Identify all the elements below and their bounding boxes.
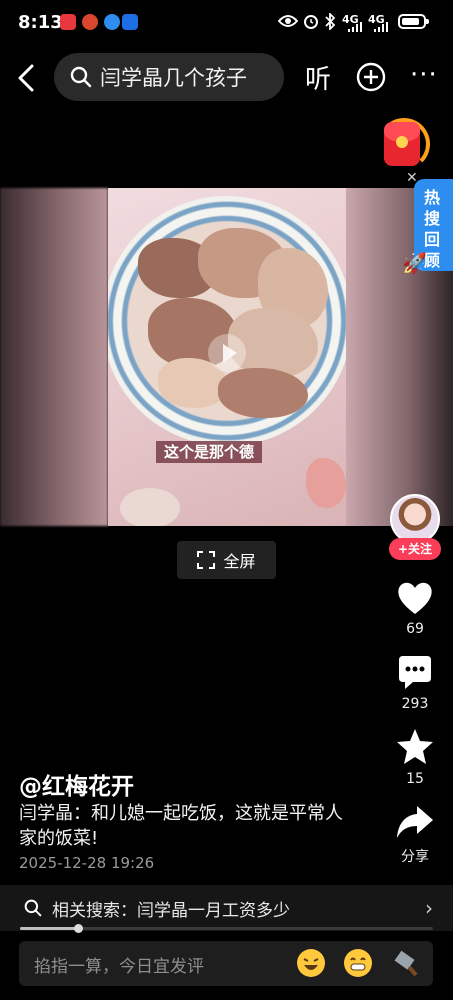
- search-icon: [70, 66, 92, 88]
- rocket-icon: 🚀: [402, 251, 427, 275]
- username[interactable]: @红梅花开: [19, 767, 134, 801]
- progress-fill: [20, 927, 78, 930]
- video-blur-left: [0, 188, 108, 526]
- signal-icon: [374, 22, 388, 32]
- video-player[interactable]: 这个是那个德: [108, 188, 346, 526]
- search-bar[interactable]: 闫学晶几个孩子: [54, 53, 284, 101]
- chevron-left-icon: [18, 64, 34, 92]
- status-time: 8:13: [18, 12, 63, 33]
- comment-count: 293: [401, 696, 429, 712]
- bluetooth-icon: [325, 13, 336, 30]
- share-label: 分享: [401, 849, 429, 865]
- listen-button[interactable]: 听: [305, 59, 331, 96]
- hot-review-label: 热搜回顾: [424, 188, 441, 270]
- post-description: 闫学晶：和儿媳一起吃饭，这就是平常人家的饭菜!: [19, 803, 343, 849]
- hand-image: [306, 458, 346, 508]
- star-icon[interactable]: [395, 727, 435, 767]
- related-search-text: 相关搜索：闫学晶一月工资多少: [52, 900, 290, 921]
- comment-placeholder: 掐指一算，今日宜发评: [34, 957, 204, 977]
- signal-icon: [348, 22, 362, 32]
- avatar[interactable]: [390, 494, 440, 544]
- grin-emoji-icon[interactable]: [344, 949, 372, 977]
- app-notification-icon: [104, 14, 120, 30]
- add-icon[interactable]: [356, 62, 386, 92]
- alarm-icon: [304, 15, 318, 29]
- fullscreen-label: 全屏: [223, 552, 256, 571]
- favorite-count: 15: [406, 771, 424, 787]
- more-button[interactable]: ···: [410, 60, 438, 90]
- follow-button[interactable]: +关注: [389, 538, 441, 560]
- eye-icon: [278, 15, 298, 27]
- comment-input[interactable]: 掐指一算，今日宜发评: [19, 941, 433, 986]
- side-plate-image: [120, 488, 180, 526]
- cleaver-emoji-icon[interactable]: [391, 949, 419, 977]
- heart-icon[interactable]: [395, 578, 435, 618]
- expand-icon: [197, 551, 216, 569]
- chevron-right-icon: ›: [425, 896, 433, 920]
- progress-handle[interactable]: [73, 924, 83, 933]
- status-bar: 8:13 4G 4G: [0, 0, 453, 44]
- fullscreen-button[interactable]: 全屏: [177, 541, 276, 579]
- video-progress-bar[interactable]: [20, 924, 433, 933]
- share-icon[interactable]: [395, 802, 435, 842]
- app-notification-icon: [122, 14, 138, 30]
- app-notification-icon: [82, 14, 98, 30]
- hot-review-tab[interactable]: 热搜回顾 🚀: [402, 179, 453, 275]
- comment-icon[interactable]: [395, 652, 435, 692]
- laugh-emoji-icon[interactable]: [297, 949, 325, 977]
- search-query: 闫学晶几个孩子: [100, 66, 247, 90]
- related-search-bar[interactable]: 相关搜索：闫学晶一月工资多少 ›: [0, 885, 453, 931]
- post-date: 2025-12-28 19:26: [19, 854, 155, 872]
- like-count: 69: [406, 621, 424, 637]
- app-notification-icon: [60, 14, 76, 30]
- back-button[interactable]: [10, 62, 42, 94]
- play-icon[interactable]: [208, 334, 246, 372]
- battery-icon: [398, 14, 429, 29]
- video-caption: 这个是那个德: [156, 441, 263, 463]
- red-packet-icon[interactable]: [384, 122, 420, 166]
- search-icon: [24, 899, 42, 917]
